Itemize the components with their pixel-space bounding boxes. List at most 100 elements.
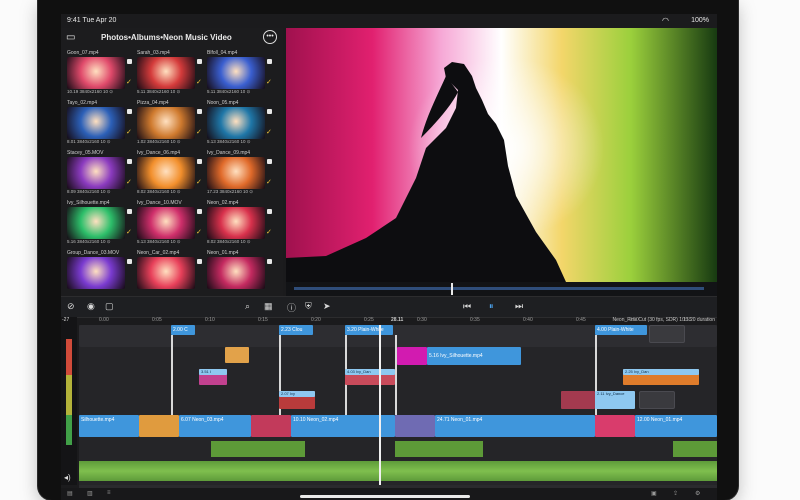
media-thumbnail[interactable]: Neon_02.mp4 8.02 3840x2160 10 ⊙ ✓	[207, 200, 272, 246]
viewer-scrubber[interactable]	[286, 282, 717, 296]
broll-label[interactable]: 2.11 Ivy_Dance	[595, 391, 635, 409]
video-badge-icon	[197, 109, 202, 114]
db-label: -27	[62, 317, 70, 323]
video-badge-icon	[127, 259, 132, 264]
primary-thumb[interactable]	[395, 415, 435, 437]
album-path[interactable]: Photos•Albums•Neon Music Video	[101, 33, 232, 42]
playhead-time: 28.11	[391, 317, 404, 323]
check-circle-icon[interactable]: ⊘	[67, 301, 75, 312]
video-badge-icon	[127, 59, 132, 64]
thumbnail-image	[67, 157, 125, 189]
used-check-icon: ✓	[196, 79, 202, 86]
audio-clip[interactable]	[211, 441, 305, 457]
thumbnail-image	[137, 207, 195, 239]
media-thumbnail[interactable]: Ivy_Dance_10.MOV 5.13 3840x2160 10 ⊙ ✓	[137, 200, 202, 246]
library-icon[interactable]: ▤	[67, 490, 73, 497]
media-thumbnail[interactable]: Stacey_05.MOV 8.09 3840x2160 10 ⊙ ✓	[67, 150, 132, 196]
overlay-thumb[interactable]	[225, 347, 249, 363]
used-check-icon: ✓	[126, 179, 132, 186]
thumbnail-image	[207, 207, 265, 239]
transform-icon[interactable]: ➤	[323, 301, 331, 312]
thumbnail-image	[67, 257, 125, 289]
more-icon[interactable]: •••	[263, 30, 277, 44]
layout-icon[interactable]: ▦	[264, 301, 273, 312]
title-clip[interactable]: 3.20 Plain-White	[345, 325, 393, 335]
thumbnail-name: Sarah_03.mp4	[137, 50, 170, 56]
media-thumbnail[interactable]: Group_Dance_03.MOV	[67, 250, 132, 296]
media-thumbnail[interactable]: Blfoll_04.mp4 5.11 3840x2160 10 ⊙ ✓	[207, 50, 272, 96]
shield-icon[interactable]: ⛨	[305, 301, 312, 312]
overlay-thumb[interactable]	[397, 347, 427, 365]
primary-clip[interactable]: 6.07 Neon_03.mp4	[179, 415, 251, 437]
timeline[interactable]: 2.00 C 2.23 Clou 3.20 Plain-White 4.00 P…	[79, 325, 717, 485]
video-badge-icon	[267, 109, 272, 114]
thumbnail-name: Ivy_Silhouette.mp4	[67, 200, 110, 206]
primary-clip[interactable]: Silhouette.mp4	[79, 415, 139, 437]
media-thumbnail[interactable]: Sarah_03.mp4 5.11 3840x2160 10 ⊙ ✓	[137, 50, 202, 96]
share-icon[interactable]: ⇪	[673, 490, 678, 497]
dot-icon[interactable]: ◉	[87, 301, 95, 312]
skip-forward-button[interactable]: ⏭	[515, 301, 523, 312]
overlay-clip[interactable]: 5.16 Ivy_Silhouette.mp4	[427, 347, 521, 365]
scrub-playhead[interactable]	[451, 283, 453, 295]
settings-icon[interactable]: ⚙	[695, 490, 700, 497]
media-thumbnail[interactable]: Neon_01.mp4	[207, 250, 272, 296]
audio-meter: -27 ◂)	[61, 317, 77, 485]
audio-clip[interactable]	[673, 441, 717, 457]
title-clip[interactable]: 2.00 C	[171, 325, 195, 335]
square-icon[interactable]: ▢	[105, 301, 114, 312]
media-thumbnail[interactable]: Tayo_02.mp4 8.01 3840x2160 10 ⊙ ✓	[67, 100, 132, 146]
thumbnail-name: Ivy_Dance_10.MOV	[137, 200, 182, 206]
list-icon[interactable]: ≡	[107, 490, 111, 496]
export-icon[interactable]: ▣	[651, 490, 657, 497]
info-icon[interactable]: ⓘ	[287, 301, 296, 314]
thumbnail-image	[67, 107, 125, 139]
media-thumbnail[interactable]: Ivy_Silhouette.mp4 5.16 3840x2160 10 ⊙ ✓	[67, 200, 132, 246]
text-icon[interactable]: ▥	[87, 490, 93, 497]
thumbnail-name: Neon_02.mp4	[207, 200, 239, 206]
audio-clip[interactable]	[395, 441, 483, 457]
ruler-tick: 0:40	[523, 317, 533, 323]
thumbnail-image	[67, 57, 125, 89]
thumbnail-image	[137, 257, 195, 289]
app-screen: 9:41 Tue Apr 20 ◠ 100% ▭ Photos•Albums•N…	[61, 14, 717, 500]
primary-clip[interactable]: 12.00 Neon_01.mp4	[635, 415, 717, 437]
search-icon[interactable]: ⌕	[245, 301, 250, 312]
title-clip[interactable]: 4.00 Plain-White	[595, 325, 647, 335]
primary-thumb[interactable]	[595, 415, 635, 437]
thumbnail-image	[207, 157, 265, 189]
thumbnail-name: Stacey_05.MOV	[67, 150, 104, 156]
video-badge-icon	[267, 259, 272, 264]
folder-icon[interactable]: ▭	[66, 32, 75, 43]
skip-back-button[interactable]: ⏮	[463, 301, 471, 312]
bottom-toolbar: ▤ ▥ ≡ ▣ ⇪ ⚙	[61, 488, 717, 500]
used-check-icon: ✓	[266, 129, 272, 136]
used-check-icon: ✓	[126, 129, 132, 136]
media-thumbnail[interactable]: Noon_05.mp4 5.13 3840x2160 10 ⊙ ✓	[207, 100, 272, 146]
connection-line	[171, 335, 173, 415]
timeline-playhead[interactable]	[379, 325, 381, 485]
thumbnail-image	[207, 57, 265, 89]
thumbnail-name: Noon_05.mp4	[207, 100, 239, 106]
media-thumbnail[interactable]: Ivy_Dance_06.mp4 8.02 3840x2160 10 ⊙ ✓	[137, 150, 202, 196]
primary-thumb[interactable]	[251, 415, 291, 437]
scrub-track[interactable]	[294, 287, 704, 290]
video-badge-icon	[267, 209, 272, 214]
pause-button[interactable]: ⏸	[489, 301, 494, 312]
empty-clip-slot[interactable]	[649, 325, 685, 343]
video-badge-icon	[127, 109, 132, 114]
used-check-icon: ✓	[266, 179, 272, 186]
empty-clip-slot[interactable]	[639, 391, 675, 409]
timeline-ruler[interactable]: 28.11 Neon_Fine Cut (30 fps, SDR) 1:11.2…	[79, 317, 717, 325]
primary-clip[interactable]: 24.71 Neon_01.mp4	[435, 415, 595, 437]
media-thumbnail[interactable]: Goon_07.mp4 10.19 3840x2160 10 ⊙ ✓	[67, 50, 132, 96]
broll-clip[interactable]	[561, 391, 595, 409]
primary-thumb[interactable]	[139, 415, 179, 437]
media-thumbnail[interactable]: Ivy_Dance_09.mp4 17.23 3840x2160 10 ⊙ ✓	[207, 150, 272, 196]
title-clip[interactable]: 2.23 Clou	[279, 325, 313, 335]
media-thumbnail[interactable]: Pizza_04.mp4 1.02 3840x2160 10 ⊙ ✓	[137, 100, 202, 146]
speaker-icon[interactable]: ◂)	[64, 473, 71, 482]
music-track[interactable]	[79, 461, 717, 481]
main-toolbar: ⊘ ◉ ▢ ⌕ ▦ ⓘ ⛨ ➤ ⏮ ⏸ ⏭	[61, 296, 717, 318]
media-thumbnail[interactable]: Neon_Car_02.mp4	[137, 250, 202, 296]
